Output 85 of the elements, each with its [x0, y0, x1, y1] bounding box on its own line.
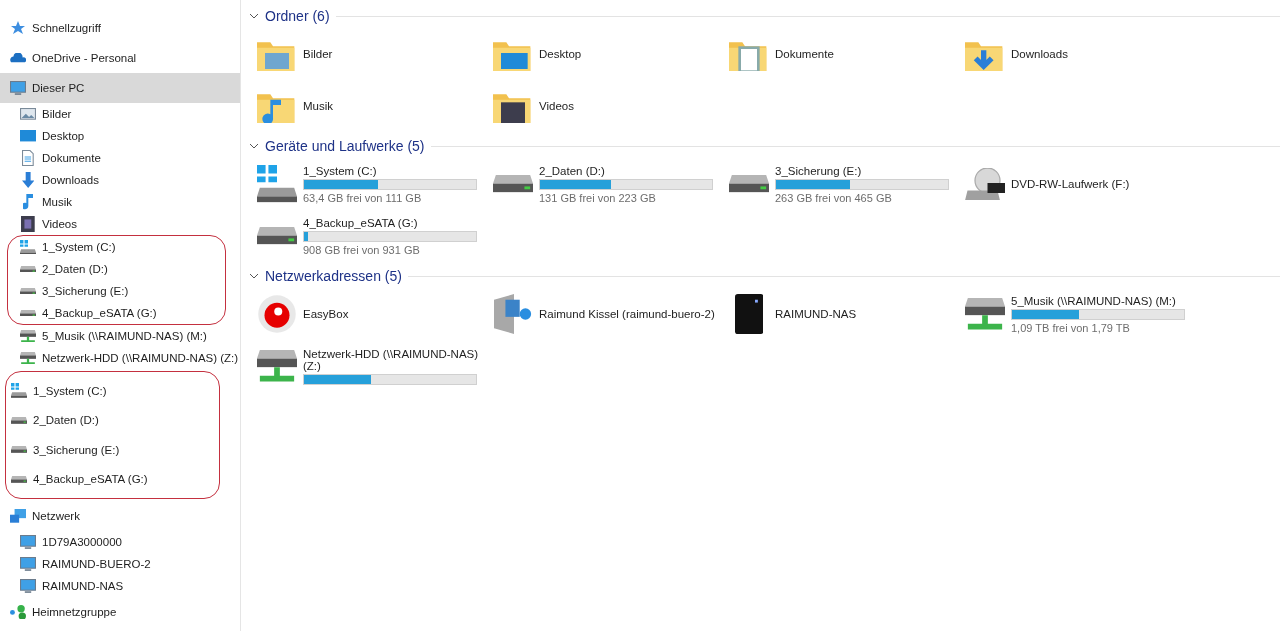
drive-name[interactable]: 5_Musik (\\RAIMUND-NAS) (M:): [1011, 294, 1185, 307]
item-name[interactable]: Raimund Kissel (raimund-buero-2): [539, 308, 715, 320]
windows-drive-icon: [257, 165, 297, 203]
download-arrow-icon: [21, 172, 35, 188]
drive-name[interactable]: Netzwerk-HDD (\\RAIMUND-NAS) (Z:): [303, 347, 479, 372]
drive-name[interactable]: 4_Backup_eSATA (G:): [303, 216, 477, 229]
free-space-text: 263 GB frei von 465 GB: [775, 191, 893, 204]
free-space-text: 1,09 TB frei von 1,79 TB: [1011, 321, 1131, 334]
nav-item[interactable]: 1D79A3000000: [0, 531, 240, 553]
nav-item[interactable]: Netzwerk: [0, 501, 240, 531]
drive-name[interactable]: 3_Sicherung (E:): [775, 164, 949, 177]
nav-item[interactable]: Schnellzugriff: [0, 13, 240, 43]
nav-item[interactable]: 1_System (C:): [8, 236, 225, 258]
nav-item[interactable]: 4_Backup_eSATA (G:): [6, 464, 219, 494]
monitor-icon: [10, 81, 26, 95]
chevron-icon: [249, 143, 259, 149]
network-icon: [10, 509, 26, 523]
drive-icon: [493, 175, 533, 193]
item-name[interactable]: Desktop: [539, 48, 582, 60]
group-header[interactable]: Geräte und Laufwerke (5): [249, 136, 1280, 156]
music-note-icon: [22, 194, 34, 210]
chevron-icon: [249, 273, 259, 279]
cloud-icon: [10, 53, 26, 63]
nav-item[interactable]: Desktop: [0, 125, 240, 147]
media-server-icon: [494, 294, 532, 334]
group-header[interactable]: Ordner (6): [249, 6, 1280, 26]
network-drive-icon: [257, 350, 297, 382]
item-name[interactable]: RAIMUND-NAS: [775, 308, 857, 320]
drive-icon: [11, 416, 27, 424]
nav-item[interactable]: RAIMUND-BUERO-2: [0, 553, 240, 575]
speech-mark-logo-icon: [257, 294, 297, 334]
nav-item[interactable]: 3_Sicherung (E:): [6, 435, 219, 465]
nav-item[interactable]: Bilder: [0, 103, 240, 125]
homegroup-icon: [10, 604, 26, 620]
star-icon: [10, 20, 26, 36]
drive-icon: [11, 475, 27, 483]
drive-icon: [20, 265, 36, 273]
nav-item[interactable]: 1_System (C:): [6, 376, 219, 406]
item-name[interactable]: Videos: [539, 100, 574, 112]
drive-icon: [20, 287, 36, 295]
document-icon: [22, 150, 34, 166]
nav-item[interactable]: Dokumente: [0, 147, 240, 169]
nav-item[interactable]: 2_Daten (D:): [8, 258, 225, 280]
windows-drive-icon: [20, 239, 36, 255]
picture-icon: [20, 108, 36, 120]
drive-icon: [11, 446, 27, 454]
drive-name[interactable]: 2_Daten (D:): [539, 164, 713, 177]
free-space-text: 131 GB frei von 223 GB: [539, 191, 657, 204]
item-name[interactable]: Downloads: [1011, 48, 1068, 60]
item-name[interactable]: Dokumente: [775, 48, 834, 60]
windows-drive-icon: [11, 383, 27, 399]
monitor-icon: [20, 557, 36, 571]
desktop-icon: [20, 130, 36, 142]
network-drive-icon: [20, 351, 36, 365]
drive-icon: [729, 175, 769, 193]
nav-item[interactable]: Downloads: [0, 169, 240, 191]
network-drive-icon: [965, 298, 1005, 330]
item-name[interactable]: Bilder: [303, 48, 333, 60]
dvd-drive-icon: [965, 167, 1005, 201]
nav-item[interactable]: 2_Daten (D:): [6, 405, 219, 435]
drive-icon: [20, 309, 36, 317]
nav-item[interactable]: Dieser PC: [0, 73, 240, 103]
network-drive-icon: [20, 329, 36, 343]
nav-item[interactable]: Netzwerk-HDD (\\RAIMUND-NAS) (Z:): [0, 347, 240, 369]
item-name[interactable]: Musik: [303, 100, 334, 112]
monitor-icon: [20, 535, 36, 549]
nav-item[interactable]: 5_Musik (\\RAIMUND-NAS) (M:): [0, 325, 240, 347]
drive-icon: [257, 227, 297, 245]
nav-item[interactable]: OneDrive - Personal: [0, 43, 240, 73]
free-space-text: 63,4 GB frei von 111 GB: [303, 191, 423, 204]
film-icon: [21, 216, 35, 232]
free-space-text: 908 GB frei von 931 GB: [303, 243, 421, 256]
nav-item[interactable]: 3_Sicherung (E:): [8, 280, 225, 302]
server-tower-icon: [734, 294, 764, 334]
item-name[interactable]: DVD-RW-Laufwerk (F:): [1011, 178, 1130, 190]
group-header[interactable]: Netzwerkadressen (5): [249, 266, 1280, 286]
nav-item[interactable]: RAIMUND-NAS: [0, 575, 240, 597]
drive-name[interactable]: 1_System (C:): [303, 164, 477, 177]
nav-item[interactable]: Musik: [0, 191, 240, 213]
chevron-icon: [249, 13, 259, 19]
item-name[interactable]: EasyBox: [303, 308, 349, 320]
nav-item[interactable]: 4_Backup_eSATA (G:): [8, 302, 225, 324]
nav-item[interactable]: Videos: [0, 213, 240, 235]
monitor-icon: [20, 579, 36, 593]
nav-item[interactable]: Heimnetzgruppe: [0, 597, 240, 627]
